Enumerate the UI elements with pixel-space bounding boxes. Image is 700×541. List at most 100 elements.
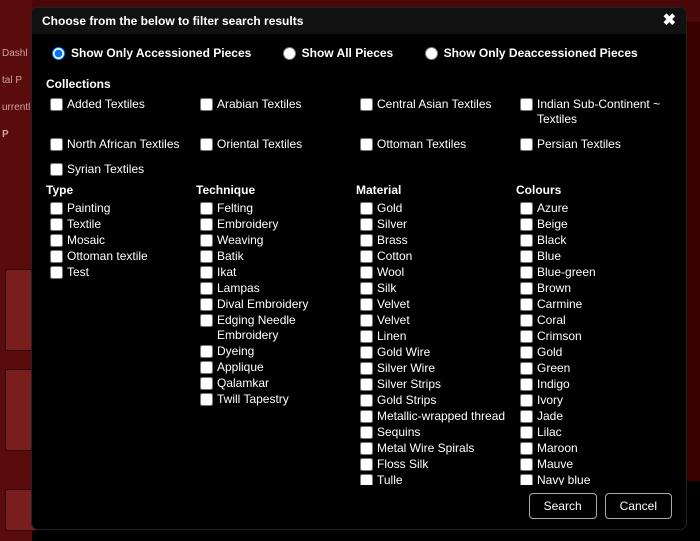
material-floss-silk-checkbox[interactable] bbox=[360, 458, 373, 471]
material-floss-silk[interactable]: Floss Silk bbox=[360, 457, 516, 472]
technique-embroidery-checkbox[interactable] bbox=[200, 218, 213, 231]
colour-navy-blue[interactable]: Navy blue bbox=[520, 473, 676, 486]
technique-batik-checkbox[interactable] bbox=[200, 250, 213, 263]
radio-deaccessioned-input[interactable] bbox=[425, 47, 438, 60]
collection-oriental-textiles-checkbox[interactable] bbox=[200, 138, 213, 151]
material-tulle[interactable]: Tulle bbox=[360, 473, 516, 486]
technique-batik[interactable]: Batik bbox=[200, 249, 356, 264]
material-gold-wire[interactable]: Gold Wire bbox=[360, 345, 516, 360]
collection-syrian-textiles-checkbox[interactable] bbox=[50, 163, 63, 176]
collection-arabian-textiles[interactable]: Arabian Textiles bbox=[200, 97, 360, 127]
material-linen[interactable]: Linen bbox=[360, 329, 516, 344]
colour-blue-green-checkbox[interactable] bbox=[520, 266, 533, 279]
colour-ivory[interactable]: Ivory bbox=[520, 393, 676, 408]
material-linen-checkbox[interactable] bbox=[360, 330, 373, 343]
material-sequins[interactable]: Sequins bbox=[360, 425, 516, 440]
colour-blue-checkbox[interactable] bbox=[520, 250, 533, 263]
collection-indian-sub-continent-textiles[interactable]: Indian Sub-Continent ~ Textiles bbox=[520, 97, 680, 127]
colour-ivory-checkbox[interactable] bbox=[520, 394, 533, 407]
material-silver-strips-checkbox[interactable] bbox=[360, 378, 373, 391]
colour-green-checkbox[interactable] bbox=[520, 362, 533, 375]
technique-dival-embroidery[interactable]: Dival Embroidery bbox=[200, 297, 356, 312]
colour-gold[interactable]: Gold bbox=[520, 345, 676, 360]
technique-qalamkar[interactable]: Qalamkar bbox=[200, 376, 356, 391]
material-sequins-checkbox[interactable] bbox=[360, 426, 373, 439]
material-silver-wire-checkbox[interactable] bbox=[360, 362, 373, 375]
colour-coral[interactable]: Coral bbox=[520, 313, 676, 328]
technique-applique[interactable]: Applique bbox=[200, 360, 356, 375]
radio-accessioned[interactable]: Show Only Accessioned Pieces bbox=[52, 46, 251, 60]
collection-north-african-textiles-checkbox[interactable] bbox=[50, 138, 63, 151]
technique-twill-tapestry[interactable]: Twill Tapestry bbox=[200, 392, 356, 407]
material-metallic-wrapped-thread[interactable]: Metallic-wrapped thread bbox=[360, 409, 516, 424]
search-button[interactable]: Search bbox=[529, 493, 597, 519]
material-velvet-checkbox[interactable] bbox=[360, 298, 373, 311]
colour-gold-checkbox[interactable] bbox=[520, 346, 533, 359]
collection-north-african-textiles[interactable]: North African Textiles bbox=[50, 137, 200, 152]
type-test[interactable]: Test bbox=[50, 265, 196, 280]
technique-twill-tapestry-checkbox[interactable] bbox=[200, 393, 213, 406]
technique-qalamkar-checkbox[interactable] bbox=[200, 377, 213, 390]
close-icon[interactable]: ✖ bbox=[663, 15, 676, 27]
colour-maroon-checkbox[interactable] bbox=[520, 442, 533, 455]
technique-lampas[interactable]: Lampas bbox=[200, 281, 356, 296]
material-gold-checkbox[interactable] bbox=[360, 202, 373, 215]
material-velvet[interactable]: Velvet bbox=[360, 313, 516, 328]
material-silver-strips[interactable]: Silver Strips bbox=[360, 377, 516, 392]
collection-ottoman-textiles-checkbox[interactable] bbox=[360, 138, 373, 151]
material-silk[interactable]: Silk bbox=[360, 281, 516, 296]
technique-dival-embroidery-checkbox[interactable] bbox=[200, 298, 213, 311]
technique-applique-checkbox[interactable] bbox=[200, 361, 213, 374]
material-wool-checkbox[interactable] bbox=[360, 266, 373, 279]
technique-ikat-checkbox[interactable] bbox=[200, 266, 213, 279]
colour-mauve-checkbox[interactable] bbox=[520, 458, 533, 471]
colour-blue-green[interactable]: Blue-green bbox=[520, 265, 676, 280]
collection-persian-textiles-checkbox[interactable] bbox=[520, 138, 533, 151]
material-gold-strips-checkbox[interactable] bbox=[360, 394, 373, 407]
material-metallic-wrapped-thread-checkbox[interactable] bbox=[360, 410, 373, 423]
colour-mauve[interactable]: Mauve bbox=[520, 457, 676, 472]
material-wool[interactable]: Wool bbox=[360, 265, 516, 280]
colour-jade[interactable]: Jade bbox=[520, 409, 676, 424]
colour-green[interactable]: Green bbox=[520, 361, 676, 376]
colour-crimson[interactable]: Crimson bbox=[520, 329, 676, 344]
material-cotton-checkbox[interactable] bbox=[360, 250, 373, 263]
colour-lilac-checkbox[interactable] bbox=[520, 426, 533, 439]
type-mosaic-checkbox[interactable] bbox=[50, 234, 63, 247]
collection-central-asian-textiles[interactable]: Central Asian Textiles bbox=[360, 97, 520, 127]
technique-weaving[interactable]: Weaving bbox=[200, 233, 356, 248]
cancel-button[interactable]: Cancel bbox=[605, 493, 672, 519]
colour-beige[interactable]: Beige bbox=[520, 217, 676, 232]
colour-lilac[interactable]: Lilac bbox=[520, 425, 676, 440]
colour-maroon[interactable]: Maroon bbox=[520, 441, 676, 456]
colour-beige-checkbox[interactable] bbox=[520, 218, 533, 231]
collection-indian-sub-continent-textiles-checkbox[interactable] bbox=[520, 98, 533, 111]
technique-weaving-checkbox[interactable] bbox=[200, 234, 213, 247]
material-silver[interactable]: Silver bbox=[360, 217, 516, 232]
radio-deaccessioned[interactable]: Show Only Deaccessioned Pieces bbox=[425, 46, 638, 60]
colour-jade-checkbox[interactable] bbox=[520, 410, 533, 423]
technique-ikat[interactable]: Ikat bbox=[200, 265, 356, 280]
material-silver-checkbox[interactable] bbox=[360, 218, 373, 231]
material-metal-wire-spirals[interactable]: Metal Wire Spirals bbox=[360, 441, 516, 456]
technique-dyeing-checkbox[interactable] bbox=[200, 345, 213, 358]
colour-carmine-checkbox[interactable] bbox=[520, 298, 533, 311]
type-textile[interactable]: Textile bbox=[50, 217, 196, 232]
collection-arabian-textiles-checkbox[interactable] bbox=[200, 98, 213, 111]
collection-ottoman-textiles[interactable]: Ottoman Textiles bbox=[360, 137, 520, 152]
technique-lampas-checkbox[interactable] bbox=[200, 282, 213, 295]
type-painting[interactable]: Painting bbox=[50, 201, 196, 216]
radio-all[interactable]: Show All Pieces bbox=[283, 46, 394, 60]
technique-felting[interactable]: Felting bbox=[200, 201, 356, 216]
colour-brown[interactable]: Brown bbox=[520, 281, 676, 296]
colour-azure-checkbox[interactable] bbox=[520, 202, 533, 215]
type-ottoman-textile-checkbox[interactable] bbox=[50, 250, 63, 263]
type-ottoman-textile[interactable]: Ottoman textile bbox=[50, 249, 196, 264]
colour-indigo[interactable]: Indigo bbox=[520, 377, 676, 392]
collection-added-textiles-checkbox[interactable] bbox=[50, 98, 63, 111]
material-silver-wire[interactable]: Silver Wire bbox=[360, 361, 516, 376]
material-brass[interactable]: Brass bbox=[360, 233, 516, 248]
collection-central-asian-textiles-checkbox[interactable] bbox=[360, 98, 373, 111]
colour-coral-checkbox[interactable] bbox=[520, 314, 533, 327]
type-mosaic[interactable]: Mosaic bbox=[50, 233, 196, 248]
